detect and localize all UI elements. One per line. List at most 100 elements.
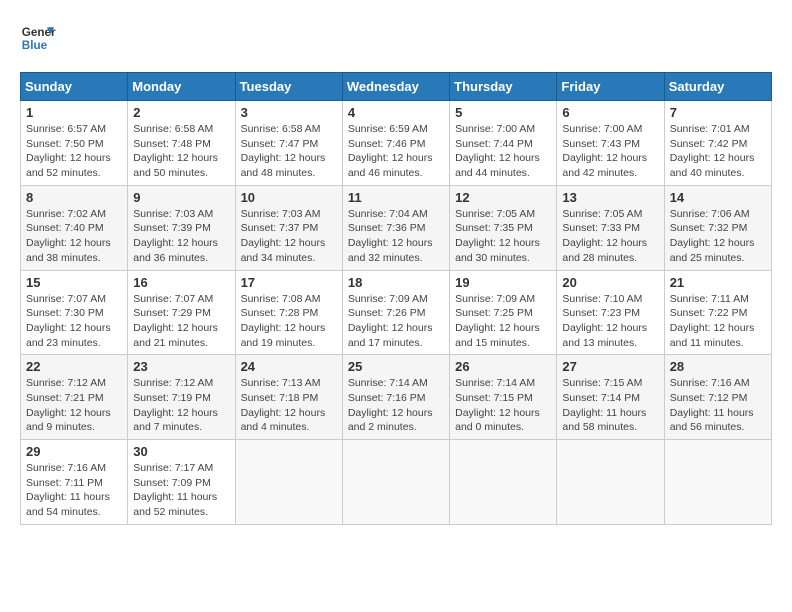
- calendar-cell: [342, 440, 449, 525]
- day-number: 20: [562, 275, 658, 290]
- calendar-cell: 26 Sunrise: 7:14 AM Sunset: 7:15 PM Dayl…: [450, 355, 557, 440]
- day-header-saturday: Saturday: [664, 73, 771, 101]
- calendar-cell: 3 Sunrise: 6:58 AM Sunset: 7:47 PM Dayli…: [235, 101, 342, 186]
- calendar-cell: 13 Sunrise: 7:05 AM Sunset: 7:33 PM Dayl…: [557, 185, 664, 270]
- day-info: Sunrise: 6:58 AM Sunset: 7:48 PM Dayligh…: [133, 122, 229, 181]
- calendar-cell: 16 Sunrise: 7:07 AM Sunset: 7:29 PM Dayl…: [128, 270, 235, 355]
- day-number: 27: [562, 359, 658, 374]
- calendar-cell: 18 Sunrise: 7:09 AM Sunset: 7:26 PM Dayl…: [342, 270, 449, 355]
- calendar-week-4: 22 Sunrise: 7:12 AM Sunset: 7:21 PM Dayl…: [21, 355, 772, 440]
- calendar-cell: [664, 440, 771, 525]
- day-info: Sunrise: 7:05 AM Sunset: 7:33 PM Dayligh…: [562, 207, 658, 266]
- header: General Blue: [20, 20, 772, 56]
- calendar-cell: 5 Sunrise: 7:00 AM Sunset: 7:44 PM Dayli…: [450, 101, 557, 186]
- calendar-cell: 1 Sunrise: 6:57 AM Sunset: 7:50 PM Dayli…: [21, 101, 128, 186]
- day-info: Sunrise: 7:16 AM Sunset: 7:11 PM Dayligh…: [26, 461, 122, 520]
- calendar-cell: [235, 440, 342, 525]
- day-header-thursday: Thursday: [450, 73, 557, 101]
- day-info: Sunrise: 7:06 AM Sunset: 7:32 PM Dayligh…: [670, 207, 766, 266]
- day-header-tuesday: Tuesday: [235, 73, 342, 101]
- day-number: 14: [670, 190, 766, 205]
- calendar-cell: 23 Sunrise: 7:12 AM Sunset: 7:19 PM Dayl…: [128, 355, 235, 440]
- days-header-row: SundayMondayTuesdayWednesdayThursdayFrid…: [21, 73, 772, 101]
- logo-icon: General Blue: [20, 20, 56, 56]
- calendar-cell: 20 Sunrise: 7:10 AM Sunset: 7:23 PM Dayl…: [557, 270, 664, 355]
- day-info: Sunrise: 7:13 AM Sunset: 7:18 PM Dayligh…: [241, 376, 337, 435]
- calendar-cell: 30 Sunrise: 7:17 AM Sunset: 7:09 PM Dayl…: [128, 440, 235, 525]
- day-info: Sunrise: 7:14 AM Sunset: 7:15 PM Dayligh…: [455, 376, 551, 435]
- day-info: Sunrise: 7:11 AM Sunset: 7:22 PM Dayligh…: [670, 292, 766, 351]
- day-number: 16: [133, 275, 229, 290]
- day-info: Sunrise: 7:09 AM Sunset: 7:26 PM Dayligh…: [348, 292, 444, 351]
- day-number: 3: [241, 105, 337, 120]
- day-header-sunday: Sunday: [21, 73, 128, 101]
- day-number: 9: [133, 190, 229, 205]
- day-info: Sunrise: 7:16 AM Sunset: 7:12 PM Dayligh…: [670, 376, 766, 435]
- day-number: 13: [562, 190, 658, 205]
- calendar-cell: 2 Sunrise: 6:58 AM Sunset: 7:48 PM Dayli…: [128, 101, 235, 186]
- day-info: Sunrise: 7:10 AM Sunset: 7:23 PM Dayligh…: [562, 292, 658, 351]
- day-number: 23: [133, 359, 229, 374]
- day-number: 30: [133, 444, 229, 459]
- day-header-wednesday: Wednesday: [342, 73, 449, 101]
- day-info: Sunrise: 6:58 AM Sunset: 7:47 PM Dayligh…: [241, 122, 337, 181]
- day-info: Sunrise: 7:09 AM Sunset: 7:25 PM Dayligh…: [455, 292, 551, 351]
- day-number: 8: [26, 190, 122, 205]
- day-info: Sunrise: 7:17 AM Sunset: 7:09 PM Dayligh…: [133, 461, 229, 520]
- day-info: Sunrise: 7:02 AM Sunset: 7:40 PM Dayligh…: [26, 207, 122, 266]
- day-info: Sunrise: 6:59 AM Sunset: 7:46 PM Dayligh…: [348, 122, 444, 181]
- day-number: 28: [670, 359, 766, 374]
- calendar-cell: 17 Sunrise: 7:08 AM Sunset: 7:28 PM Dayl…: [235, 270, 342, 355]
- day-number: 12: [455, 190, 551, 205]
- day-number: 25: [348, 359, 444, 374]
- day-info: Sunrise: 7:08 AM Sunset: 7:28 PM Dayligh…: [241, 292, 337, 351]
- day-number: 10: [241, 190, 337, 205]
- day-number: 6: [562, 105, 658, 120]
- day-info: Sunrise: 7:07 AM Sunset: 7:29 PM Dayligh…: [133, 292, 229, 351]
- calendar-cell: 9 Sunrise: 7:03 AM Sunset: 7:39 PM Dayli…: [128, 185, 235, 270]
- day-info: Sunrise: 7:04 AM Sunset: 7:36 PM Dayligh…: [348, 207, 444, 266]
- day-number: 2: [133, 105, 229, 120]
- day-number: 7: [670, 105, 766, 120]
- calendar-week-2: 8 Sunrise: 7:02 AM Sunset: 7:40 PM Dayli…: [21, 185, 772, 270]
- day-info: Sunrise: 7:07 AM Sunset: 7:30 PM Dayligh…: [26, 292, 122, 351]
- calendar-cell: 12 Sunrise: 7:05 AM Sunset: 7:35 PM Dayl…: [450, 185, 557, 270]
- day-number: 24: [241, 359, 337, 374]
- day-info: Sunrise: 7:00 AM Sunset: 7:43 PM Dayligh…: [562, 122, 658, 181]
- calendar-week-5: 29 Sunrise: 7:16 AM Sunset: 7:11 PM Dayl…: [21, 440, 772, 525]
- svg-text:Blue: Blue: [22, 39, 48, 52]
- calendar-cell: 11 Sunrise: 7:04 AM Sunset: 7:36 PM Dayl…: [342, 185, 449, 270]
- day-number: 17: [241, 275, 337, 290]
- day-info: Sunrise: 7:03 AM Sunset: 7:39 PM Dayligh…: [133, 207, 229, 266]
- day-number: 15: [26, 275, 122, 290]
- day-number: 18: [348, 275, 444, 290]
- calendar-cell: 7 Sunrise: 7:01 AM Sunset: 7:42 PM Dayli…: [664, 101, 771, 186]
- day-number: 22: [26, 359, 122, 374]
- day-number: 5: [455, 105, 551, 120]
- day-info: Sunrise: 7:12 AM Sunset: 7:19 PM Dayligh…: [133, 376, 229, 435]
- calendar-cell: 28 Sunrise: 7:16 AM Sunset: 7:12 PM Dayl…: [664, 355, 771, 440]
- day-info: Sunrise: 7:05 AM Sunset: 7:35 PM Dayligh…: [455, 207, 551, 266]
- day-info: Sunrise: 7:01 AM Sunset: 7:42 PM Dayligh…: [670, 122, 766, 181]
- day-info: Sunrise: 7:12 AM Sunset: 7:21 PM Dayligh…: [26, 376, 122, 435]
- day-header-friday: Friday: [557, 73, 664, 101]
- day-number: 1: [26, 105, 122, 120]
- day-info: Sunrise: 6:57 AM Sunset: 7:50 PM Dayligh…: [26, 122, 122, 181]
- calendar-cell: 8 Sunrise: 7:02 AM Sunset: 7:40 PM Dayli…: [21, 185, 128, 270]
- day-header-monday: Monday: [128, 73, 235, 101]
- calendar-week-3: 15 Sunrise: 7:07 AM Sunset: 7:30 PM Dayl…: [21, 270, 772, 355]
- calendar-week-1: 1 Sunrise: 6:57 AM Sunset: 7:50 PM Dayli…: [21, 101, 772, 186]
- day-number: 19: [455, 275, 551, 290]
- calendar-cell: 22 Sunrise: 7:12 AM Sunset: 7:21 PM Dayl…: [21, 355, 128, 440]
- day-info: Sunrise: 7:14 AM Sunset: 7:16 PM Dayligh…: [348, 376, 444, 435]
- calendar-cell: 27 Sunrise: 7:15 AM Sunset: 7:14 PM Dayl…: [557, 355, 664, 440]
- calendar-cell: 6 Sunrise: 7:00 AM Sunset: 7:43 PM Dayli…: [557, 101, 664, 186]
- day-number: 26: [455, 359, 551, 374]
- calendar-cell: [557, 440, 664, 525]
- day-info: Sunrise: 7:00 AM Sunset: 7:44 PM Dayligh…: [455, 122, 551, 181]
- calendar-cell: 24 Sunrise: 7:13 AM Sunset: 7:18 PM Dayl…: [235, 355, 342, 440]
- calendar-cell: 19 Sunrise: 7:09 AM Sunset: 7:25 PM Dayl…: [450, 270, 557, 355]
- day-info: Sunrise: 7:15 AM Sunset: 7:14 PM Dayligh…: [562, 376, 658, 435]
- calendar-cell: [450, 440, 557, 525]
- day-info: Sunrise: 7:03 AM Sunset: 7:37 PM Dayligh…: [241, 207, 337, 266]
